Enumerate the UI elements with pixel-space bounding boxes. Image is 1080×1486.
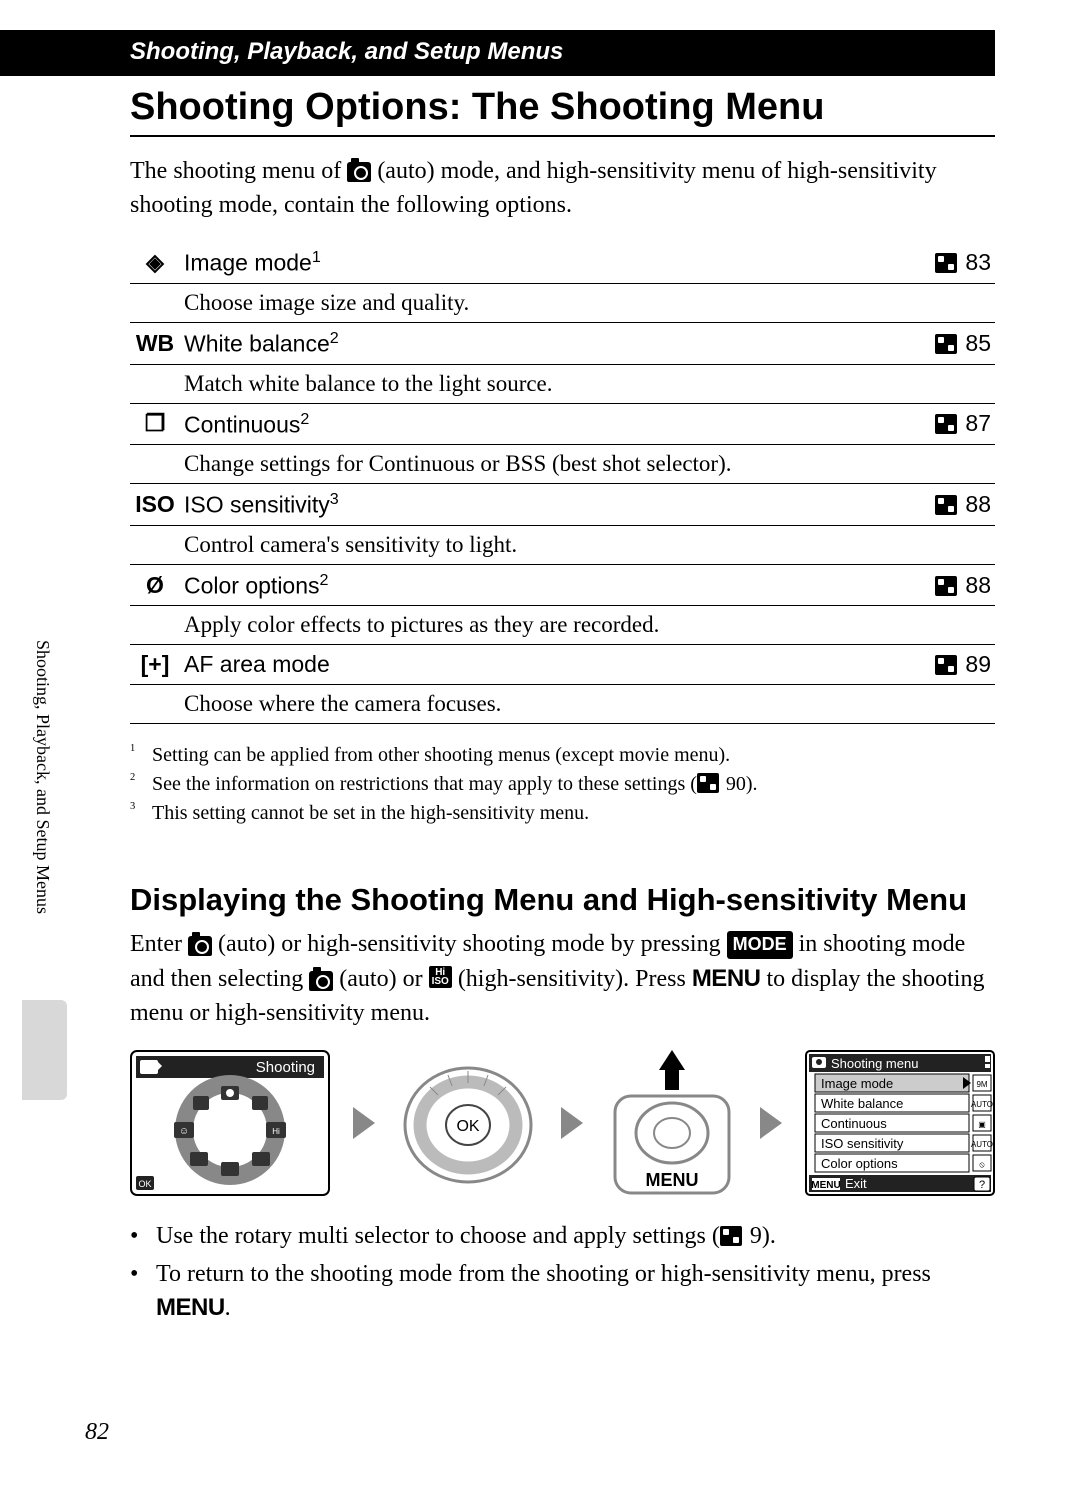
svg-text:MENU: MENU <box>811 1180 840 1191</box>
svg-text:OK: OK <box>457 1118 480 1135</box>
svg-text:Hi: Hi <box>272 1127 280 1136</box>
svg-text:Shooting: Shooting <box>256 1059 315 1076</box>
shooting-menu-panel: Shooting menu Image mode 9M White balance A… <box>805 1048 995 1198</box>
page-ref-icon <box>935 414 957 434</box>
option-desc: Control camera's sensitivity to light. <box>180 525 995 564</box>
option-desc: Choose image size and quality. <box>180 283 995 322</box>
camera-icon <box>309 971 333 991</box>
svg-text:Exit: Exit <box>845 1176 867 1191</box>
svg-text:Shooting menu: Shooting menu <box>831 1056 918 1071</box>
footnote-text: See the information on restrictions that… <box>152 771 758 798</box>
page-ref-icon <box>935 576 957 596</box>
svg-text:MENU: MENU <box>645 1170 698 1190</box>
footnote-num: 1 <box>130 742 152 769</box>
svg-text:White balance: White balance <box>821 1096 903 1111</box>
menu-word: MENU <box>156 1294 225 1321</box>
options-table: ◈Image mode1 83Choose image size and qua… <box>130 242 995 724</box>
option-page-ref: 85 <box>905 322 995 364</box>
option-icon: WB <box>130 322 180 364</box>
page-ref-icon <box>935 334 957 354</box>
footnote-num: 3 <box>130 800 152 827</box>
svg-text:☺: ☺ <box>179 1126 189 1137</box>
footnote-text: Setting can be applied from other shooti… <box>152 742 730 769</box>
svg-text:Image mode: Image mode <box>821 1076 893 1091</box>
page-ref-icon <box>935 253 957 273</box>
side-tab <box>22 1000 67 1100</box>
page-title: Shooting Options: The Shooting Menu <box>130 76 995 137</box>
option-desc: Apply color effects to pictures as they … <box>180 606 995 645</box>
page-ref-icon <box>720 1226 742 1246</box>
arrow-icon <box>561 1107 583 1139</box>
svg-text:AUTO: AUTO <box>971 1140 993 1149</box>
mode-select-screen: Shooting Hi ☺ OK <box>130 1048 330 1198</box>
svg-text:OK: OK <box>138 1179 151 1189</box>
option-page-ref: 88 <box>905 564 995 606</box>
camera-icon <box>188 936 212 956</box>
option-page-ref: 87 <box>905 403 995 445</box>
option-desc: Change settings for Continuous or BSS (b… <box>180 445 995 484</box>
svg-text:ISO sensitivity: ISO sensitivity <box>821 1136 904 1151</box>
menu-press: MENU <box>607 1048 737 1198</box>
option-page-ref: 89 <box>905 645 995 685</box>
option-name: White balance2 <box>180 322 905 364</box>
hi-iso-icon: HiISO <box>429 966 452 988</box>
option-name: AF area mode <box>180 645 905 685</box>
option-name: Continuous2 <box>180 403 905 445</box>
section-title: Displaying the Shooting Menu and High-se… <box>130 882 995 918</box>
page-ref-icon <box>935 655 957 675</box>
svg-text:AUTO: AUTO <box>971 1100 993 1109</box>
option-name: Image mode1 <box>180 242 905 283</box>
option-icon: [+] <box>130 645 180 685</box>
instruction-bullets: •Use the rotary multi selector to choose… <box>130 1220 995 1326</box>
option-icon: ISO <box>130 484 180 526</box>
footnote-num: 2 <box>130 771 152 798</box>
footnote-text: This setting cannot be set in the high-s… <box>152 800 589 827</box>
option-page-ref: 83 <box>905 242 995 283</box>
arrow-icon <box>353 1107 375 1139</box>
svg-text:Color options: Color options <box>821 1156 898 1171</box>
svg-text:▣: ▣ <box>978 1120 986 1129</box>
option-desc: Match white balance to the light source. <box>180 364 995 403</box>
page-ref-icon <box>697 773 719 793</box>
page-number: 82 <box>85 1419 109 1446</box>
bullet-text: Use the rotary multi selector to choose … <box>156 1220 776 1254</box>
menu-word: MENU <box>692 965 761 992</box>
breadcrumb: Shooting, Playback, and Setup Menus <box>0 30 995 76</box>
option-name: ISO sensitivity3 <box>180 484 905 526</box>
option-icon: ◈ <box>130 242 180 283</box>
svg-text:⦸: ⦸ <box>979 1160 985 1169</box>
option-icon: Ø <box>130 564 180 606</box>
footnotes: 1Setting can be applied from other shoot… <box>130 742 995 827</box>
mode-button-label: MODE <box>727 931 793 958</box>
arrow-icon <box>760 1107 782 1139</box>
svg-text:9M: 9M <box>976 1080 987 1089</box>
camera-icon <box>347 162 371 182</box>
svg-text:Continuous: Continuous <box>821 1116 887 1131</box>
side-section-label: Shooting, Playback, and Setup Menus <box>32 640 53 914</box>
bullet-text: To return to the shooting mode from the … <box>156 1258 995 1326</box>
option-desc: Choose where the camera focuses. <box>180 685 995 724</box>
option-page-ref: 88 <box>905 484 995 526</box>
svg-text:?: ? <box>979 1179 985 1191</box>
option-icon: ❐ <box>130 403 180 445</box>
section-body: Enter (auto) or high-sensitivity shootin… <box>130 928 995 1030</box>
instruction-flow: Shooting Hi ☺ OK OK <box>130 1048 995 1198</box>
page-ref-icon <box>935 495 957 515</box>
option-name: Color options2 <box>180 564 905 606</box>
intro-text: The shooting menu of (auto) mode, and hi… <box>130 155 995 222</box>
ok-dial: OK <box>398 1053 538 1193</box>
